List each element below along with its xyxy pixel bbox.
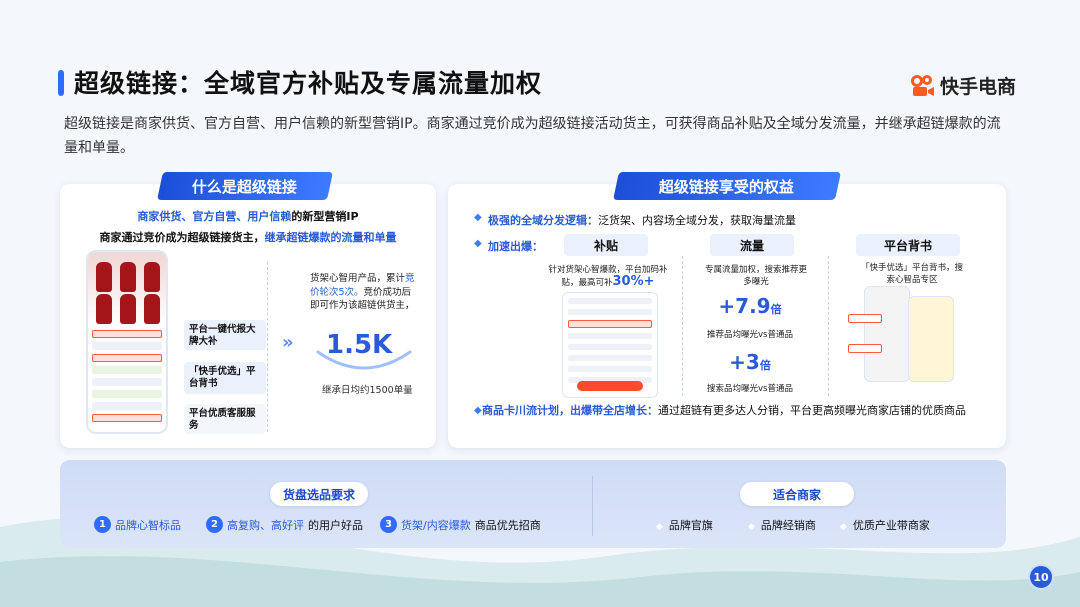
requirement-highlight: 高复购、高好评 (227, 518, 304, 532)
what-is-superlink-card: 商家供货、官方自营、用户信赖的新型营销IP 商家通过竞价成为超级链接货主，继承超… (60, 184, 436, 448)
line1-highlight: 商家供货、官方自营、用户信赖 (137, 210, 292, 223)
diamond-bullet-icon: ◆ (474, 405, 482, 416)
recommend-unit: 倍 (770, 303, 782, 316)
search-unit: 倍 (759, 359, 771, 372)
merchant-type: 品牌经销商 (748, 517, 816, 533)
row3-text: 通过超链有更多达人分销，平台更高频曝光商家店铺的优质商品 (658, 404, 966, 417)
intro-paragraph: 超级链接是商家供货、官方自营、用户信赖的新型营销IP。商家通过竞价成为超级链接活… (64, 116, 1001, 156)
search-multiplier: +3倍 (700, 350, 800, 374)
subsidy-screenshot (562, 292, 658, 398)
phone-mockup (86, 250, 168, 434)
subsidy-text: 针对货架心智爆款，平台加码补贴，最高可补30%+ (548, 264, 668, 289)
requirement-highlight: 品牌心智标品 (115, 518, 181, 532)
number-badge: 3 (380, 516, 397, 533)
divider (592, 476, 593, 536)
requirement-item: 2 高复购、高好评 的用户好品 (206, 516, 363, 533)
diamond-bullet-icon: ◆ (474, 238, 482, 249)
col-head-subsidy: 补贴 (564, 234, 648, 256)
kuaishou-logo-icon (911, 74, 934, 96)
logo: 快手电商 (910, 72, 1016, 99)
tab-what-is-superlink: 什么是超级链接 (157, 172, 333, 200)
benefit-row-accelerate: ◆ 加速出爆： (474, 238, 543, 254)
col-head-traffic: 流量 (710, 234, 794, 256)
recommend-value: +7.9 (718, 294, 771, 318)
tab-label: 什么是超级链接 (192, 177, 298, 196)
merchant-type: 优质产业带商家 (840, 517, 930, 533)
product-image (88, 252, 166, 326)
requirement-item: 3 货架/内容爆款 商品优先招商 (380, 516, 541, 533)
number-badge: 2 (206, 516, 223, 533)
col-head-endorse: 平台背书 (856, 234, 960, 256)
feature-brand-subsidy: 平台一键代报大牌大补 (184, 320, 266, 350)
recommend-caption: 推荐品均曝光vs普通品 (707, 330, 793, 340)
feature-customer-service: 平台优质客服服务 (184, 404, 266, 434)
highlight-tag (848, 314, 882, 323)
endorse-text: 「快手优选」平台背书，搜索心智品专区 (860, 263, 963, 285)
left-card-line1: 商家供货、官方自营、用户信赖的新型营销IP (60, 208, 436, 224)
requirement-rest: 的用户好品 (308, 518, 363, 532)
row1-label: 极强的全域分发逻辑： (488, 214, 598, 227)
order-volume-value: 1.5K (326, 330, 393, 360)
logo-text: 快手电商 (940, 76, 1017, 98)
requirement-item: 1 品牌心智标品 (94, 516, 185, 533)
feature-youxuan-endorse: 「快手优选」平台背书 (184, 362, 266, 394)
row1-text: 泛货架、内容场全域分发，获取海量流量 (598, 214, 796, 227)
benefits-card: ◆ 极强的全域分发逻辑：泛货架、内容场全域分发，获取海量流量 ◆ 加速出爆： 补… (448, 184, 1006, 448)
line2-text: 商家通过竞价成为超级链接货主， (99, 231, 265, 244)
page-title: 超级链接：全域官方补贴及专属流量加权 (74, 69, 543, 98)
endorse-screenshot-2 (908, 296, 954, 382)
row3-label: 商品卡川流计划，出爆带全店增长： (482, 404, 658, 417)
requirement-highlight: 货架/内容爆款 (401, 518, 471, 532)
number-badge: 1 (94, 516, 111, 533)
endorse-screenshot-1 (864, 286, 910, 382)
divider (267, 262, 268, 432)
row2-label: 加速出爆： (488, 240, 543, 253)
tab-label: 超级链接享受的权益 (659, 177, 795, 196)
search-caption: 搜索品均曝光vs普通品 (707, 384, 793, 394)
merchants-pill: 适合商家 (740, 482, 854, 506)
left-card-line2: 商家通过竞价成为超级链接货主，继承超链爆款的流量和单量 (60, 229, 436, 245)
desc-part-a: 货架心智用产品，累计 (310, 273, 406, 284)
tab-benefits: 超级链接享受的权益 (613, 172, 841, 200)
double-arrow-right-icon: » (282, 332, 294, 353)
line2-highlight: 继承超链爆款的流量和单量 (264, 231, 397, 244)
benefit-row-growth: ◆ 商品卡川流计划，出爆带全店增长：通过超链有更多达人分销，平台更高频曝光商家店… (474, 402, 994, 419)
page-number: 10 (1028, 564, 1054, 590)
diamond-bullet-icon: ◆ (474, 212, 482, 223)
subsidy-value: 30%+ (612, 274, 655, 289)
recommend-multiplier: +7.9倍 (700, 294, 800, 318)
merchant-type: 品牌官旗 (656, 517, 713, 533)
column-divider (828, 256, 829, 396)
search-value: +3 (729, 350, 760, 374)
bottom-panel: 货盘选品要求 适合商家 1 品牌心智标品 2 高复购、高好评 的用户好品 3 货架… (60, 460, 1006, 548)
traffic-text: 专属流量加权，搜索推荐更多曝光 (704, 265, 807, 287)
highlight-tag (848, 344, 882, 353)
column-divider (682, 256, 683, 396)
benefit-row-distribution: ◆ 极强的全域分发逻辑：泛货架、内容场全域分发，获取海量流量 (474, 212, 796, 228)
order-volume-caption: 继承日均约1500单量 (322, 385, 413, 396)
line1-rest: 的新型营销IP (291, 210, 359, 223)
requirement-rest: 商品优先招商 (474, 518, 541, 532)
requirements-pill: 货盘选品要求 (270, 482, 368, 506)
title-accent-bar (58, 70, 64, 96)
auction-description: 货架心智用产品，累计竞价轮次5次。竞价成功后即可作为该超链供货主， (310, 272, 420, 313)
